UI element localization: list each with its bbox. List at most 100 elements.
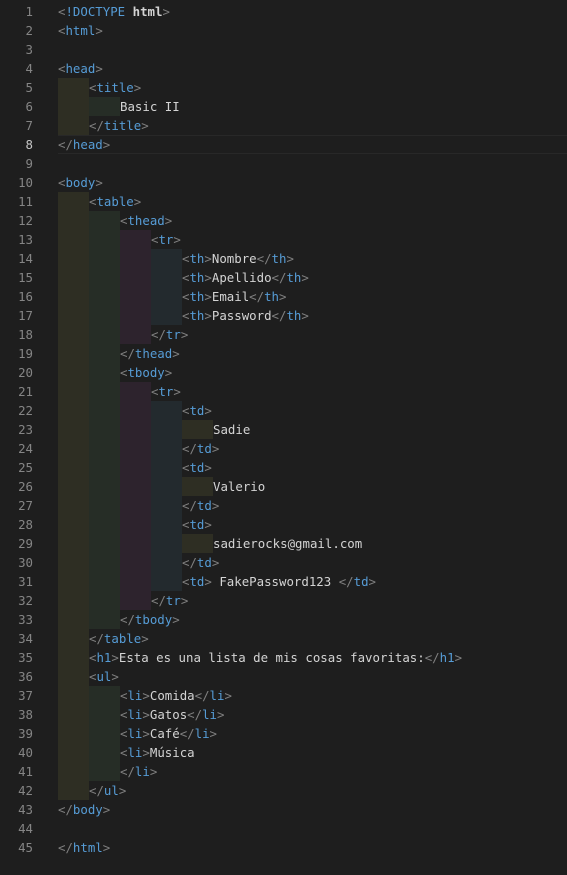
code-area[interactable]: </ul> <box>58 781 567 800</box>
code-line[interactable]: 31 <td> FakePassword123 </td> <box>0 572 567 591</box>
code-area[interactable]: </td> <box>58 553 567 572</box>
code-area[interactable]: <h1>Esta es una lista de mis cosas favor… <box>58 648 567 667</box>
code-area[interactable]: <th>Nombre</th> <box>58 249 567 268</box>
code-line[interactable]: 15 <th>Apellido</th> <box>0 268 567 287</box>
code-text: </ul> <box>89 783 127 798</box>
code-line[interactable]: 2 <html> <box>0 21 567 40</box>
code-area[interactable]: <td> FakePassword123 </td> <box>58 572 567 591</box>
code-area[interactable]: </table> <box>58 629 567 648</box>
code-area[interactable]: <li>Comida</li> <box>58 686 567 705</box>
code-area[interactable]: </title> <box>58 116 567 135</box>
code-area[interactable]: sadierocks@gmail.com <box>58 534 567 553</box>
code-area[interactable]: <td> <box>58 401 567 420</box>
code-line[interactable]: 37 <li>Comida</li> <box>0 686 567 705</box>
code-area[interactable]: <body> <box>58 173 567 192</box>
code-line[interactable]: 13 <tr> <box>0 230 567 249</box>
code-area[interactable]: </li> <box>58 762 567 781</box>
code-line[interactable]: 40 <li>Música <box>0 743 567 762</box>
code-area[interactable]: <li>Gatos</li> <box>58 705 567 724</box>
code-area[interactable] <box>58 154 567 173</box>
code-area[interactable] <box>58 40 567 59</box>
code-line[interactable]: 20 <tbody> <box>0 363 567 382</box>
code-area[interactable]: <th>Apellido</th> <box>58 268 567 287</box>
indent-guide <box>58 762 89 781</box>
code-area[interactable] <box>58 819 567 838</box>
code-line[interactable]: 44 <box>0 819 567 838</box>
code-line[interactable]: 28 <td> <box>0 515 567 534</box>
code-area[interactable]: <li>Música <box>58 743 567 762</box>
code-line[interactable]: 39 <li>Café</li> <box>0 724 567 743</box>
code-line[interactable]: 35 <h1>Esta es una lista de mis cosas fav… <box>0 648 567 667</box>
code-area[interactable]: Basic II <box>58 97 567 116</box>
code-line[interactable]: 11 <table> <box>0 192 567 211</box>
code-area[interactable]: <td> <box>58 515 567 534</box>
indent-guide <box>58 78 89 97</box>
code-line[interactable]: 36 <ul> <box>0 667 567 686</box>
code-text: <table> <box>89 194 142 209</box>
code-line[interactable]: 5 <title> <box>0 78 567 97</box>
line-number: 40 <box>18 745 33 760</box>
code-line[interactable]: 41 </li> <box>0 762 567 781</box>
code-line[interactable]: 19 </thead> <box>0 344 567 363</box>
indent-guide <box>120 572 151 591</box>
code-line[interactable]: 38 <li>Gatos</li> <box>0 705 567 724</box>
code-line[interactable]: 24 </td> <box>0 439 567 458</box>
code-area[interactable]: </thead> <box>58 344 567 363</box>
code-editor[interactable]: 1 <!DOCTYPE html> 2 <html> 3 4 <head> 5 <title> 6… <box>0 2 567 857</box>
code-area[interactable]: </td> <box>58 439 567 458</box>
indent-guide <box>151 572 182 591</box>
code-line[interactable]: 8 </head> <box>0 135 567 154</box>
code-area[interactable]: <th>Password</th> <box>58 306 567 325</box>
code-line[interactable]: 30 </td> <box>0 553 567 572</box>
code-line[interactable]: 21 <tr> <box>0 382 567 401</box>
code-line[interactable]: 25 <td> <box>0 458 567 477</box>
code-line[interactable]: 45 </html> <box>0 838 567 857</box>
code-line[interactable]: 23 Sadie <box>0 420 567 439</box>
code-area[interactable]: </tr> <box>58 591 567 610</box>
code-area[interactable]: <head> <box>58 59 567 78</box>
code-area[interactable]: <html> <box>58 21 567 40</box>
code-line[interactable]: 29 sadierocks@gmail.com <box>0 534 567 553</box>
code-area[interactable]: <ul> <box>58 667 567 686</box>
code-line[interactable]: 12 <thead> <box>0 211 567 230</box>
code-area[interactable]: <th>Email</th> <box>58 287 567 306</box>
code-area[interactable]: </html> <box>58 838 567 857</box>
code-area[interactable]: <tr> <box>58 230 567 249</box>
code-area[interactable]: <tbody> <box>58 363 567 382</box>
code-line[interactable]: 17 <th>Password</th> <box>0 306 567 325</box>
code-line[interactable]: 1 <!DOCTYPE html> <box>0 2 567 21</box>
code-line[interactable]: 4 <head> <box>0 59 567 78</box>
code-line[interactable]: 32 </tr> <box>0 591 567 610</box>
code-line[interactable]: 7 </title> <box>0 116 567 135</box>
code-line[interactable]: 42 </ul> <box>0 781 567 800</box>
code-line[interactable]: 22 <td> <box>0 401 567 420</box>
code-area[interactable]: Valerio <box>58 477 567 496</box>
code-line[interactable]: 14 <th>Nombre</th> <box>0 249 567 268</box>
code-line[interactable]: 26 Valerio <box>0 477 567 496</box>
code-area[interactable]: </body> <box>58 800 567 819</box>
code-area[interactable]: <!DOCTYPE html> <box>58 2 567 21</box>
code-area[interactable]: </head> <box>58 135 567 154</box>
code-line[interactable]: 34 </table> <box>0 629 567 648</box>
code-area[interactable]: <td> <box>58 458 567 477</box>
code-area[interactable]: </td> <box>58 496 567 515</box>
code-area[interactable]: <li>Café</li> <box>58 724 567 743</box>
code-area[interactable]: <tr> <box>58 382 567 401</box>
code-area[interactable]: <title> <box>58 78 567 97</box>
code-line[interactable]: 9 <box>0 154 567 173</box>
code-line[interactable]: 43 </body> <box>0 800 567 819</box>
code-line[interactable]: 6 Basic II <box>0 97 567 116</box>
code-area[interactable]: </tbody> <box>58 610 567 629</box>
code-line[interactable]: 33 </tbody> <box>0 610 567 629</box>
code-area[interactable]: <thead> <box>58 211 567 230</box>
indent-guide <box>58 496 89 515</box>
code-line[interactable]: 3 <box>0 40 567 59</box>
code-area[interactable]: Sadie <box>58 420 567 439</box>
code-line[interactable]: 16 <th>Email</th> <box>0 287 567 306</box>
code-line[interactable]: 18 </tr> <box>0 325 567 344</box>
code-area[interactable]: <table> <box>58 192 567 211</box>
code-line[interactable]: 27 </td> <box>0 496 567 515</box>
code-area[interactable]: </tr> <box>58 325 567 344</box>
code-line[interactable]: 10 <body> <box>0 173 567 192</box>
indent-guide <box>120 477 151 496</box>
